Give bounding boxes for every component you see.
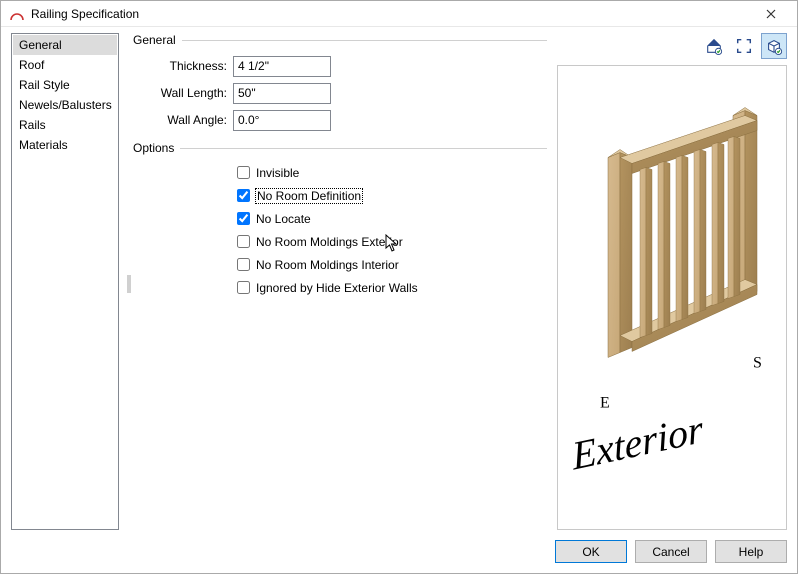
sidebar: General Roof Rail Style Newels/Balusters…: [11, 33, 119, 530]
compass-e-label: E: [600, 395, 610, 412]
row-invisible: Invisible: [237, 161, 547, 184]
sidebar-item-materials[interactable]: Materials: [13, 135, 117, 155]
label-no-room-definition: No Room Definition: [256, 189, 362, 203]
preview-toolbar: [557, 33, 787, 59]
group-label-options: Options: [133, 141, 174, 155]
sidebar-item-roof[interactable]: Roof: [13, 55, 117, 75]
label-ignored-hide-exterior: Ignored by Hide Exterior Walls: [256, 281, 418, 295]
preview-house-button[interactable]: [701, 33, 727, 59]
close-button[interactable]: [751, 2, 791, 26]
compass-s-label: S: [753, 355, 762, 372]
row-no-moldings-int: No Room Moldings Interior: [237, 253, 547, 276]
preview-fit-button[interactable]: [731, 33, 757, 59]
label-no-room-moldings-exterior: No Room Moldings Exterior: [256, 235, 403, 249]
client-area: General Roof Rail Style Newels/Balusters…: [1, 27, 797, 573]
checkbox-invisible[interactable]: [237, 166, 250, 179]
checkbox-no-room-moldings-exterior[interactable]: [237, 235, 250, 248]
app-icon: [9, 6, 25, 22]
sidebar-item-general[interactable]: General: [13, 35, 117, 55]
group-label-general: General: [133, 33, 176, 47]
preview-cube-button[interactable]: [761, 33, 787, 59]
row-no-moldings-ext: No Room Moldings Exterior: [237, 230, 547, 253]
label-no-locate: No Locate: [256, 212, 311, 226]
label-wall-length: Wall Length:: [133, 86, 233, 100]
cancel-button[interactable]: Cancel: [635, 540, 707, 563]
group-options: Options Invisible No Room Definition: [133, 141, 547, 299]
sidebar-item-rails[interactable]: Rails: [13, 115, 117, 135]
checkbox-no-room-moldings-interior[interactable]: [237, 258, 250, 271]
help-button[interactable]: Help: [715, 540, 787, 563]
input-thickness[interactable]: [233, 56, 331, 77]
railing-specification-dialog: Railing Specification General Roof Rail …: [0, 0, 798, 574]
sidebar-item-newels-balusters[interactable]: Newels/Balusters: [13, 95, 117, 115]
ok-button[interactable]: OK: [555, 540, 627, 563]
row-ignored-hide-ext: Ignored by Hide Exterior Walls: [237, 276, 547, 299]
group-general: General Thickness: Wall Length: Wall Ang…: [133, 33, 547, 133]
splitter-left[interactable]: [126, 273, 132, 295]
label-no-room-moldings-interior: No Room Moldings Interior: [256, 258, 399, 272]
input-wall-angle[interactable]: [233, 110, 331, 131]
group-rule-2: [180, 148, 547, 149]
center-panel: General Thickness: Wall Length: Wall Ang…: [129, 33, 547, 530]
checkbox-ignored-hide-exterior[interactable]: [237, 281, 250, 294]
main-row: General Roof Rail Style Newels/Balusters…: [11, 33, 787, 530]
field-wall-length: Wall Length:: [133, 80, 547, 106]
window-title: Railing Specification: [31, 7, 751, 21]
checkbox-no-locate[interactable]: [237, 212, 250, 225]
label-wall-angle: Wall Angle:: [133, 113, 233, 127]
dialog-button-row: OK Cancel Help: [11, 540, 787, 563]
titlebar: Railing Specification: [1, 1, 797, 27]
sidebar-item-rail-style[interactable]: Rail Style: [13, 75, 117, 95]
input-wall-length[interactable]: [233, 83, 331, 104]
label-thickness: Thickness:: [133, 59, 233, 73]
row-no-room-def: No Room Definition: [237, 184, 547, 207]
group-rule: [182, 40, 547, 41]
field-thickness: Thickness:: [133, 53, 547, 79]
field-wall-angle: Wall Angle:: [133, 107, 547, 133]
row-no-locate: No Locate: [237, 207, 547, 230]
preview-pane[interactable]: E S Exterior: [557, 65, 787, 530]
exterior-label: Exterior: [569, 406, 705, 479]
right-panel: E S Exterior: [557, 33, 787, 530]
checkbox-no-room-definition[interactable]: [237, 189, 250, 202]
label-invisible: Invisible: [256, 166, 299, 180]
